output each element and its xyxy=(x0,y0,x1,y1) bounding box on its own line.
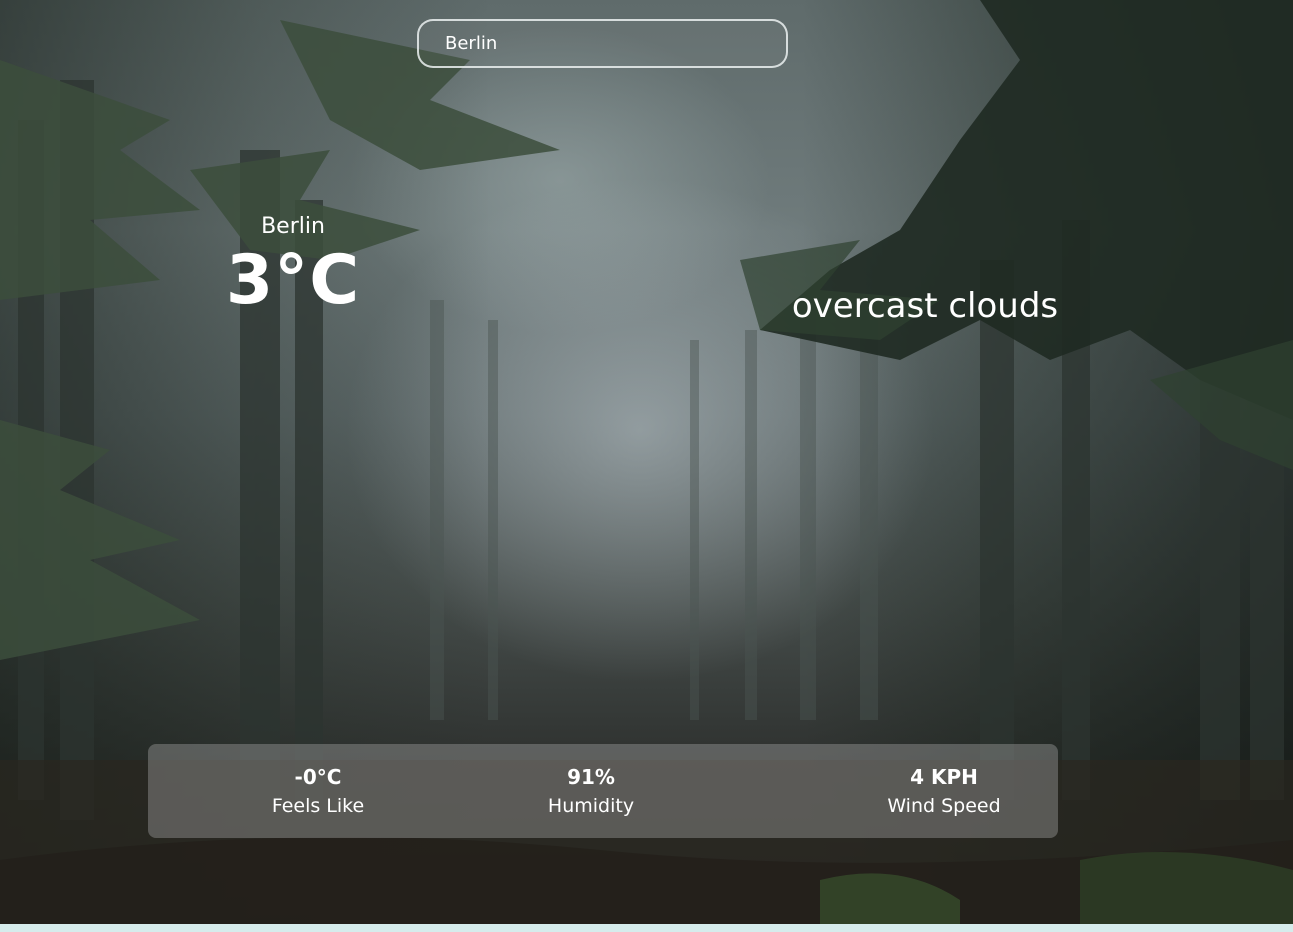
current-location: Berlin 3°C xyxy=(200,212,386,320)
city-search-input[interactable] xyxy=(417,19,788,68)
feels-like-label: Feels Like xyxy=(271,795,365,817)
page-bottom-edge xyxy=(0,924,1293,932)
current-temperature: 3°C xyxy=(225,241,361,320)
humidity-value: 91% xyxy=(567,765,615,789)
feels-like-value: -0°C xyxy=(294,765,342,789)
wind-speed-label: Wind Speed xyxy=(887,795,1001,817)
city-name: Berlin xyxy=(261,214,325,239)
weather-app: Berlin 3°C overcast clouds -0°C Feels Li… xyxy=(0,0,1293,924)
wind-speed-value: 4 KPH xyxy=(910,765,978,789)
humidity-stat: 91% Humidity xyxy=(511,762,671,820)
humidity-label: Humidity xyxy=(547,795,635,817)
weather-stats-panel: -0°C Feels Like 91% Humidity 4 KPH Wind … xyxy=(148,744,1058,838)
feels-like-stat: -0°C Feels Like xyxy=(238,762,398,820)
weather-description: overcast clouds xyxy=(791,286,1059,326)
wind-speed-stat: 4 KPH Wind Speed xyxy=(864,762,1024,820)
